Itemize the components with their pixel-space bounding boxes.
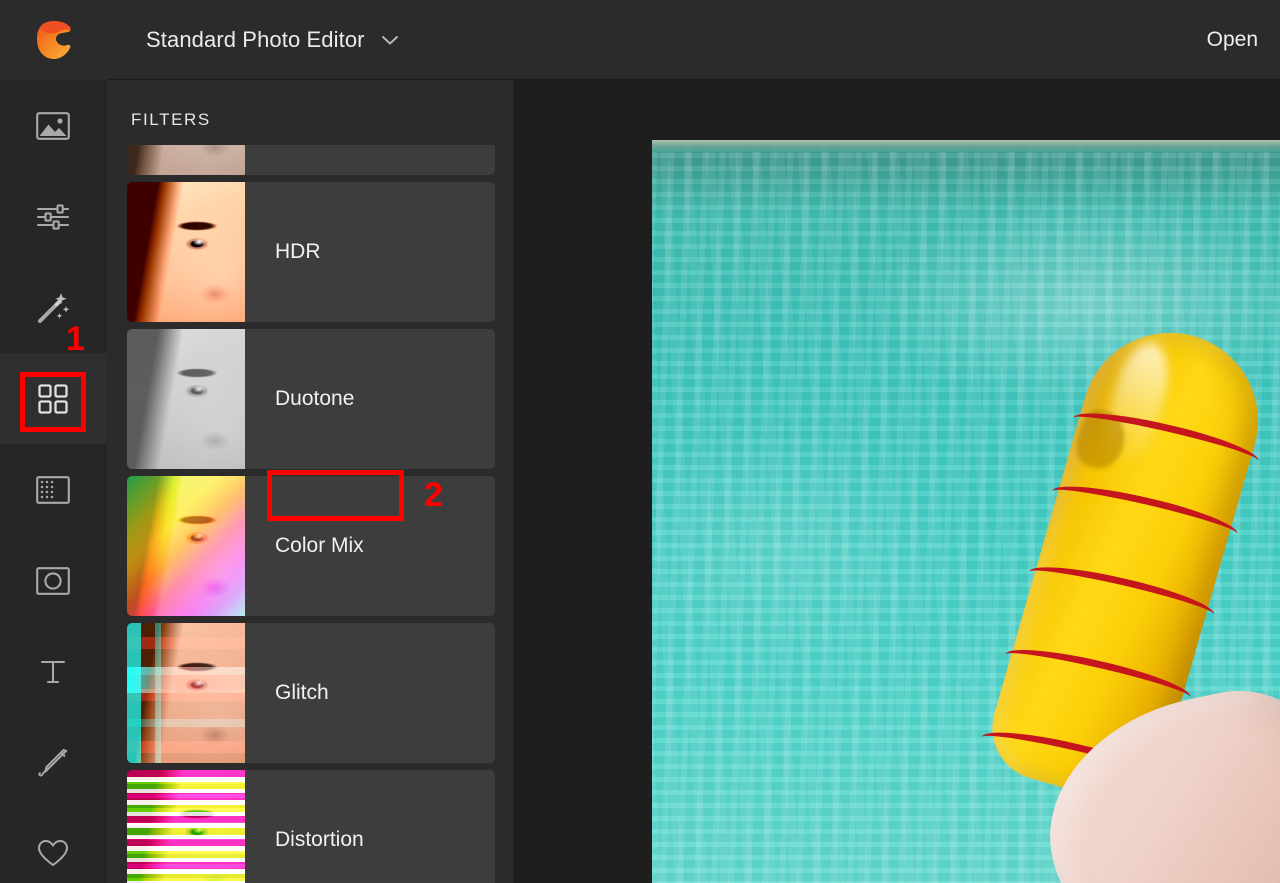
filter-label: Duotone [245, 329, 354, 469]
filter-list-item-color-mix[interactable]: Color Mix [127, 476, 495, 616]
sidebar-item-filters[interactable] [0, 353, 106, 444]
app-logo[interactable] [0, 0, 108, 80]
filter-label [245, 145, 275, 175]
sidebar-item-vignette[interactable] [0, 535, 106, 626]
magic-wand-icon [36, 292, 70, 324]
text-icon [38, 657, 68, 687]
filters-list[interactable]: HDR Duotone Color Mix Glitch [106, 145, 513, 883]
filter-label: Glitch [245, 623, 329, 763]
filter-list-item-distortion[interactable]: Distortion [127, 770, 495, 883]
tool-rail [0, 80, 106, 883]
filter-list-item-hdr[interactable]: HDR [127, 182, 495, 322]
pencil-icon [37, 748, 69, 778]
page-title: Standard Photo Editor [146, 27, 365, 53]
color-mix-filter-label: Color Mix [245, 476, 364, 616]
document-title-dropdown[interactable]: Standard Photo Editor [146, 27, 399, 53]
filter-thumbnail [127, 182, 245, 322]
heart-icon [37, 839, 69, 868]
sidebar-item-texture[interactable] [0, 444, 106, 535]
filter-thumbnail [127, 476, 245, 616]
pool-edge [652, 140, 1280, 152]
filter-label: HDR [245, 182, 321, 322]
photo-editor-app: Standard Photo Editor Open [0, 0, 1280, 883]
filter-thumbnail [127, 770, 245, 883]
filters-panel: Filters HDR Duotone [106, 80, 513, 883]
filter-thumbnail [127, 623, 245, 763]
filter-list-item-duotone[interactable]: Duotone [127, 329, 495, 469]
filter-label: Distortion [245, 770, 364, 883]
chevron-down-icon [381, 34, 399, 46]
sidebar-item-adjust[interactable] [0, 171, 106, 262]
sliders-icon [36, 203, 70, 231]
sidebar-item-draw[interactable] [0, 717, 106, 808]
vignette-icon [36, 567, 70, 595]
filters-panel-title: Filters [131, 110, 211, 130]
sidebar-item-layers[interactable] [0, 80, 106, 171]
sidebar-item-favorites[interactable] [0, 808, 106, 883]
pixlr-logo-icon [33, 19, 75, 61]
grid-icon [37, 383, 69, 415]
sidebar-item-text[interactable] [0, 626, 106, 717]
top-bar: Standard Photo Editor Open [0, 0, 1280, 80]
photo-preview[interactable] [652, 140, 1280, 883]
filter-list-item-partial[interactable] [127, 145, 495, 175]
sidebar-item-effects[interactable] [0, 262, 106, 353]
filter-list-item-glitch[interactable]: Glitch [127, 623, 495, 763]
filter-thumbnail [127, 329, 245, 469]
image-icon [36, 112, 70, 140]
open-button[interactable]: Open [1207, 0, 1280, 80]
halftone-icon [36, 476, 70, 504]
filter-thumbnail [127, 145, 245, 175]
editor-canvas[interactable] [513, 80, 1280, 883]
